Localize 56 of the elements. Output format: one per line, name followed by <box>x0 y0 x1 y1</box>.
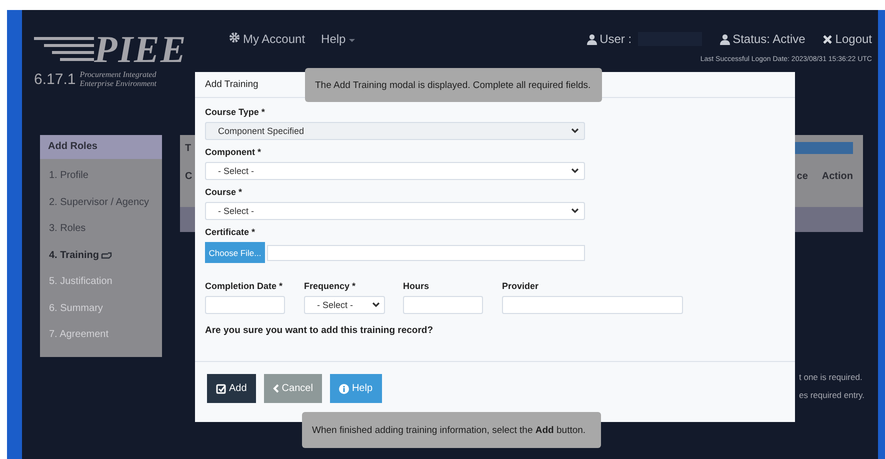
status-label: Status: Active <box>720 32 806 46</box>
sidebar-title: Add Roles <box>40 135 162 159</box>
panel-title: T <box>185 142 192 154</box>
select-field[interactable]: Component Specified <box>205 122 585 140</box>
logo-wordmark: PIEE <box>94 32 187 68</box>
tour-tooltip: The Add Training modal is displayed. Complete all required fields. <box>305 68 602 102</box>
input-field[interactable] <box>205 296 285 314</box>
user-label: User : <box>586 32 632 46</box>
person-icon <box>720 34 730 44</box>
chevron-icon <box>571 128 579 134</box>
dialog-button[interactable]: Cancel <box>264 374 322 403</box>
column-header: C <box>185 170 192 182</box>
chevron-icon <box>571 208 579 214</box>
note-text: es required entry. <box>799 390 865 400</box>
field-label: Frequency * <box>304 281 357 291</box>
nav-link[interactable]: My Account <box>229 32 306 47</box>
version-number: 6.17.1 <box>34 70 76 88</box>
input-field[interactable] <box>403 296 483 314</box>
select-field[interactable]: - Select - <box>205 162 585 180</box>
field-label: Course Type * <box>205 107 266 117</box>
chevron-icon <box>571 168 579 174</box>
field-label: Component * <box>205 147 262 157</box>
tour-tooltip: When finished adding training information, select the Add button. <box>302 412 601 448</box>
chevron-icon <box>372 302 380 308</box>
field-label: Course * <box>205 187 244 197</box>
input-field[interactable] <box>502 296 683 314</box>
select-field[interactable]: - Select - <box>205 202 585 220</box>
settings-icon <box>229 32 240 43</box>
step-item[interactable]: 2. Supervisor / Agency <box>40 190 162 216</box>
logo-subtitle: Enterprise Environment <box>80 79 157 88</box>
column-header: Action <box>822 170 853 182</box>
field-label: Provider <box>502 281 540 291</box>
logout-link[interactable]: Logout <box>823 32 872 46</box>
close-icon <box>823 34 832 44</box>
confirm-question: Are you sure you want to add this training record? <box>205 325 434 336</box>
modal-title: Add Training <box>205 79 258 90</box>
checkbox-icon <box>216 384 226 394</box>
dialog-button[interactable]: Add <box>207 374 256 403</box>
column-header: ce <box>796 170 808 182</box>
select-field[interactable]: - Select - <box>304 296 385 314</box>
logo-subtitle: Procurement Integrated <box>80 70 157 79</box>
field-label: Hours <box>403 281 430 291</box>
info-icon <box>338 384 349 394</box>
person-icon <box>586 34 597 44</box>
nav-link[interactable]: Help <box>321 32 355 47</box>
choose-file-button[interactable]: Choose File... <box>205 242 265 263</box>
field-label: Completion Date * <box>205 281 284 291</box>
note-text: t one is required. <box>799 372 862 382</box>
step-item[interactable]: 3. Roles <box>40 216 162 242</box>
field-label: Certificate * <box>205 227 256 237</box>
step-item[interactable]: 4. Training <box>40 242 162 269</box>
caret-icon <box>348 39 355 42</box>
file-name-field[interactable] <box>267 244 585 260</box>
dialog-button[interactable]: Help <box>330 374 382 403</box>
chevron-left-icon <box>272 384 279 393</box>
step-item[interactable]: 1. Profile <box>40 163 162 190</box>
